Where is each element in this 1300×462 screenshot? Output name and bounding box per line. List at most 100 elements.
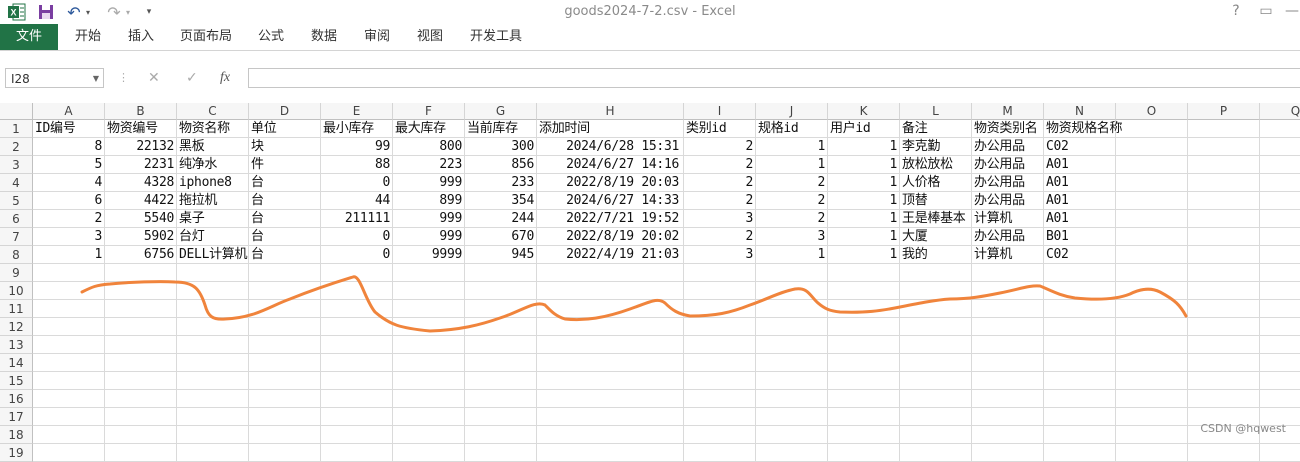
data-cell[interactable]: 2022/8/19 20:02 bbox=[537, 228, 684, 246]
empty-cell[interactable] bbox=[177, 282, 249, 300]
column-header-d[interactable]: D bbox=[249, 103, 321, 120]
data-cell[interactable]: 88 bbox=[321, 156, 393, 174]
tab-data[interactable]: 数据 bbox=[311, 24, 337, 50]
empty-cell[interactable] bbox=[105, 300, 177, 318]
data-cell[interactable]: 1 bbox=[828, 174, 900, 192]
data-cell[interactable]: 5902 bbox=[105, 228, 177, 246]
column-header-m[interactable]: M bbox=[972, 103, 1044, 120]
empty-cell[interactable] bbox=[249, 300, 321, 318]
empty-cell[interactable] bbox=[972, 372, 1044, 390]
empty-cell[interactable] bbox=[1260, 372, 1300, 390]
empty-cell[interactable] bbox=[1116, 156, 1188, 174]
row-header-12[interactable]: 12 bbox=[0, 318, 33, 336]
row-header-10[interactable]: 10 bbox=[0, 282, 33, 300]
empty-cell[interactable] bbox=[465, 372, 537, 390]
empty-cell[interactable] bbox=[33, 354, 105, 372]
data-cell[interactable]: 22132 bbox=[105, 138, 177, 156]
empty-cell[interactable] bbox=[900, 426, 972, 444]
empty-cell[interactable] bbox=[1044, 300, 1116, 318]
tab-page-layout[interactable]: 页面布局 bbox=[180, 24, 232, 50]
minimize-icon[interactable]: — bbox=[1282, 3, 1300, 19]
empty-cell[interactable] bbox=[33, 372, 105, 390]
header-cell[interactable]: ID编号 bbox=[33, 120, 105, 138]
empty-cell[interactable] bbox=[972, 318, 1044, 336]
empty-cell[interactable] bbox=[177, 336, 249, 354]
empty-cell[interactable] bbox=[393, 390, 465, 408]
empty-cell[interactable] bbox=[1116, 372, 1188, 390]
data-cell[interactable]: 2 bbox=[684, 156, 756, 174]
data-cell[interactable]: 1 bbox=[828, 246, 900, 264]
empty-cell[interactable] bbox=[1188, 246, 1260, 264]
column-header-l[interactable]: L bbox=[900, 103, 972, 120]
data-cell[interactable]: 拖拉机 bbox=[177, 192, 249, 210]
empty-cell[interactable] bbox=[537, 282, 684, 300]
empty-cell[interactable] bbox=[828, 372, 900, 390]
data-cell[interactable]: A01 bbox=[1044, 174, 1116, 192]
data-cell[interactable]: 办公用品 bbox=[972, 156, 1044, 174]
empty-cell[interactable] bbox=[972, 426, 1044, 444]
empty-cell[interactable] bbox=[249, 426, 321, 444]
data-cell[interactable]: 2022/7/21 19:52 bbox=[537, 210, 684, 228]
empty-cell[interactable] bbox=[1116, 336, 1188, 354]
row-header-1[interactable]: 1 bbox=[0, 120, 33, 138]
data-cell[interactable]: 3 bbox=[33, 228, 105, 246]
empty-cell[interactable] bbox=[756, 318, 828, 336]
empty-cell[interactable] bbox=[321, 318, 393, 336]
header-cell[interactable]: 用户id bbox=[828, 120, 900, 138]
empty-cell[interactable] bbox=[684, 354, 756, 372]
data-cell[interactable]: 1 bbox=[756, 246, 828, 264]
empty-cell[interactable] bbox=[105, 264, 177, 282]
empty-cell[interactable] bbox=[1116, 390, 1188, 408]
empty-cell[interactable] bbox=[33, 300, 105, 318]
empty-cell[interactable] bbox=[393, 264, 465, 282]
empty-cell[interactable] bbox=[1260, 138, 1300, 156]
empty-cell[interactable] bbox=[393, 408, 465, 426]
empty-cell[interactable] bbox=[465, 336, 537, 354]
empty-cell[interactable] bbox=[756, 282, 828, 300]
empty-cell[interactable] bbox=[828, 390, 900, 408]
data-cell[interactable]: 2022/4/19 21:03 bbox=[537, 246, 684, 264]
empty-cell[interactable] bbox=[1260, 156, 1300, 174]
empty-cell[interactable] bbox=[33, 408, 105, 426]
empty-cell[interactable] bbox=[684, 300, 756, 318]
data-cell[interactable]: 2 bbox=[684, 174, 756, 192]
empty-cell[interactable] bbox=[1116, 210, 1188, 228]
empty-cell[interactable] bbox=[1260, 300, 1300, 318]
data-cell[interactable]: 999 bbox=[393, 174, 465, 192]
row-header-6[interactable]: 6 bbox=[0, 210, 33, 228]
empty-cell[interactable] bbox=[393, 282, 465, 300]
empty-cell[interactable] bbox=[1044, 390, 1116, 408]
row-header-14[interactable]: 14 bbox=[0, 354, 33, 372]
data-cell[interactable]: 4422 bbox=[105, 192, 177, 210]
data-cell[interactable]: 5540 bbox=[105, 210, 177, 228]
tab-insert[interactable]: 插入 bbox=[128, 24, 154, 50]
empty-cell[interactable] bbox=[1116, 120, 1188, 138]
empty-cell[interactable] bbox=[249, 372, 321, 390]
empty-cell[interactable] bbox=[756, 372, 828, 390]
empty-cell[interactable] bbox=[1044, 444, 1116, 462]
empty-cell[interactable] bbox=[684, 336, 756, 354]
data-cell[interactable]: 2024/6/28 15:31 bbox=[537, 138, 684, 156]
empty-cell[interactable] bbox=[249, 408, 321, 426]
column-header-i[interactable]: I bbox=[684, 103, 756, 120]
cancel-icon[interactable]: ✕ bbox=[148, 68, 160, 88]
data-cell[interactable]: 2 bbox=[684, 228, 756, 246]
empty-cell[interactable] bbox=[756, 354, 828, 372]
column-header-c[interactable]: C bbox=[177, 103, 249, 120]
empty-cell[interactable] bbox=[393, 354, 465, 372]
data-cell[interactable]: 2 bbox=[684, 138, 756, 156]
empty-cell[interactable] bbox=[1044, 282, 1116, 300]
empty-cell[interactable] bbox=[900, 318, 972, 336]
column-header-p[interactable]: P bbox=[1188, 103, 1260, 120]
empty-cell[interactable] bbox=[465, 426, 537, 444]
empty-cell[interactable] bbox=[1116, 138, 1188, 156]
empty-cell[interactable] bbox=[321, 282, 393, 300]
column-header-e[interactable]: E bbox=[321, 103, 393, 120]
empty-cell[interactable] bbox=[972, 390, 1044, 408]
data-cell[interactable]: 2024/6/27 14:33 bbox=[537, 192, 684, 210]
empty-cell[interactable] bbox=[1260, 228, 1300, 246]
data-cell[interactable]: 899 bbox=[393, 192, 465, 210]
empty-cell[interactable] bbox=[1116, 426, 1188, 444]
column-header-k[interactable]: K bbox=[828, 103, 900, 120]
empty-cell[interactable] bbox=[105, 372, 177, 390]
